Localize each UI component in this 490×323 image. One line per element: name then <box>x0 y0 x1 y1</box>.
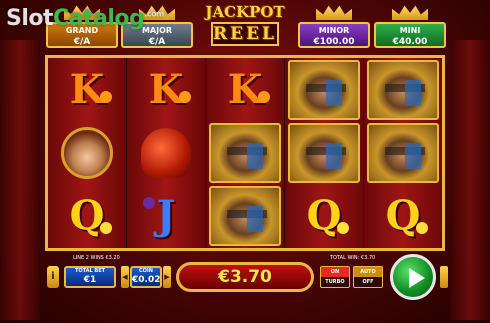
coin-increase-button[interactable]: ▶ <box>163 266 171 288</box>
reel-1: K Q <box>48 58 127 248</box>
total-win-text: TOTAL WIN: €3.70 <box>330 255 376 261</box>
coin-decrease-button[interactable]: ◀ <box>121 266 129 288</box>
reel-5: Q <box>364 58 442 248</box>
turbo-toggle[interactable]: ON TURBO <box>320 266 350 288</box>
symbol-cell <box>127 121 205 184</box>
spin-button[interactable] <box>390 254 436 300</box>
helmet-icon <box>141 127 191 178</box>
symbol-cell: J <box>127 185 205 248</box>
symbol-cell: K <box>206 58 284 121</box>
symbol-cell <box>364 58 442 121</box>
plum-icon <box>143 196 155 209</box>
symbol-cell: Q <box>285 185 363 248</box>
symbol-cell <box>48 121 126 184</box>
jackpot-minor: MINOR €100.00 <box>298 4 370 48</box>
orange-icon <box>100 91 112 104</box>
jackpot-mini: MINI €40.00 <box>374 4 446 48</box>
slotcatalog-watermark: SlotCatalog.com <box>6 6 164 31</box>
symbol-cell: K <box>48 58 126 121</box>
orange-icon <box>258 91 270 104</box>
symbol-cell <box>285 58 363 121</box>
crown-icon <box>316 5 352 20</box>
total-bet-display: TOTAL BET €1 <box>64 266 116 288</box>
symbol-cell <box>364 121 442 184</box>
game-logo: JACKPOT REEL <box>205 3 285 46</box>
symbol-cell <box>206 121 284 184</box>
warrior-icon <box>209 122 281 183</box>
warrior-icon <box>367 122 439 183</box>
symbol-cell: Q <box>364 185 442 248</box>
reel-2: K J <box>127 58 206 248</box>
reel-3: K <box>206 58 285 248</box>
warrior-icon <box>209 186 281 247</box>
lemon-icon <box>100 221 112 234</box>
symbol-cell <box>285 121 363 184</box>
info-button[interactable]: i <box>47 266 59 288</box>
empress-icon <box>61 126 113 179</box>
win-amount-display: €3.70 <box>176 262 314 292</box>
control-bar: LINE 2 WINS €3.20 TOTAL WIN: €3.70 i TOT… <box>0 254 490 314</box>
orange-icon <box>179 91 191 104</box>
reel-4: Q <box>285 58 364 248</box>
line-win-text: LINE 2 WINS €3.20 <box>73 255 120 261</box>
symbol-cell: Q <box>48 185 126 248</box>
lemon-icon <box>416 221 428 234</box>
warrior-icon <box>288 122 360 183</box>
symbol-cell: K <box>127 58 205 121</box>
symbol-cell <box>206 185 284 248</box>
crown-icon <box>392 5 428 20</box>
warrior-icon <box>367 59 439 120</box>
menu-button[interactable] <box>440 266 448 288</box>
warrior-icon <box>288 59 360 120</box>
auto-toggle[interactable]: AUTO OFF <box>353 266 383 288</box>
reel-grid: K Q K J K Q Q <box>45 55 445 251</box>
lemon-icon <box>337 221 349 234</box>
coin-display: COIN €0.02 <box>130 266 162 288</box>
